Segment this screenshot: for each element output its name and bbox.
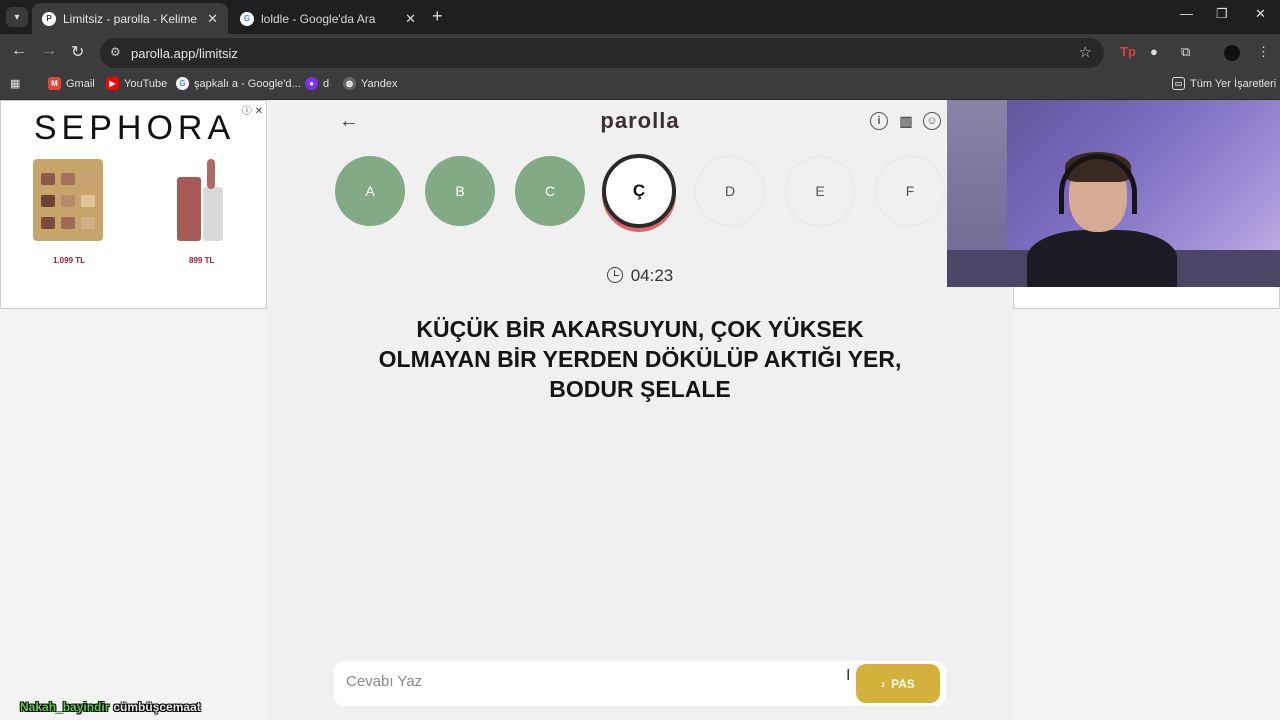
letter-circle: E [785,156,855,226]
info-icon[interactable]: i [870,112,888,130]
tab-title: Limitsiz - parolla - Kelime oyunu [63,11,201,26]
globe-icon: ◍ [343,77,356,90]
eyeshadow-palette-image [33,159,103,241]
bookmark-d[interactable]: ● d [305,77,329,90]
question-text: KÜÇÜK BİR AKARSUYUN, ÇOK YÜKSEK OLMAYAN … [378,316,902,402]
clock-icon [606,267,623,283]
close-tab-icon[interactable]: ✕ [207,11,218,27]
profile-icon[interactable] [1224,45,1240,61]
tab-active[interactable]: P Limitsiz - parolla - Kelime oyunu ✕ [32,3,228,34]
gmail-icon: M [48,77,61,90]
bookmark-youtube[interactable]: ▶ YouTube [106,77,167,90]
youtube-icon: ▶ [106,77,119,90]
apps-grid-icon[interactable]: ▦ [10,77,20,90]
all-bookmarks-label: Tüm Yer İşaretleri [1190,77,1277,90]
bookmark-star-icon[interactable]: ☆ [1079,43,1092,61]
bookmark-label: YouTube [124,77,168,90]
address-bar[interactable]: ⚙ parolla.app/limitsiz ☆ [100,38,1104,68]
letter-circle: B [425,156,495,226]
sephora-ad[interactable]: SEPHORA ⓘ ✕ 1.099 TL 899 TL [0,100,267,309]
browser-tab-bar: ▾ P Limitsiz - parolla - Kelime oyunu ✕ … [0,0,1280,34]
extensions-puzzle-icon[interactable]: ⧉ [1181,44,1190,60]
pass-label: PAS [891,676,915,691]
chevron-right-icon: › [881,676,886,691]
timer-value: 04:23 [630,266,674,285]
back-icon[interactable]: ← [11,42,27,60]
new-tab-icon[interactable]: + [432,6,443,27]
bookmark-gmail[interactable]: M Gmail [48,77,95,90]
text-cursor-icon: I [846,667,851,684]
timer: 04:23 [267,266,1013,286]
google-favicon-icon: G [240,11,254,26]
folder-icon: ▭ [1172,77,1185,90]
bookmark-label: şapkalı a - Google'd... [194,77,301,90]
bookmarks-bar: ▦ M Gmail ▶ YouTube G şapkalı a - Google… [0,72,1280,100]
chat-username: Nakah_bayindir [20,700,110,714]
answer-bar: › PAS [334,661,946,706]
product-price: 899 TL [189,256,215,265]
parolla-favicon-icon: P [42,11,56,26]
pass-button[interactable]: › PAS [856,664,940,703]
restore-icon[interactable]: ❐ [1216,6,1228,22]
browser-toolbar: ← → ↻ ⚙ parolla.app/limitsiz ☆ Tp ● ⧉ ⋮ [0,34,1280,72]
tp-extension-icon[interactable]: Tp [1120,44,1136,59]
letter-circle: F [875,156,945,226]
lip-gloss-image [177,159,225,241]
product-price: 1.099 TL [53,256,86,265]
ad-info-icon[interactable]: ⓘ ✕ [242,102,263,117]
bookmark-favicon: ● [305,77,318,90]
bookmark-yandex[interactable]: ◍ Yandex [343,77,398,90]
chat-overlay: Nakah_bayindir cümbüşcemaat [20,700,201,714]
bookmark-label: d [323,77,330,90]
tab-search-button[interactable]: ▾ [6,7,28,27]
letter-circle: C [515,156,585,226]
google-icon: G [176,77,189,90]
letter-circle: A [335,156,405,226]
letter-circle: D [695,156,765,226]
bookmark-label: Yandex [361,77,398,90]
menu-dots-icon[interactable]: ⋮ [1257,44,1270,60]
letter-circle-current: Ç [602,154,676,228]
tab-inactive[interactable]: G loldle - Google'da Ara ✕ [230,3,426,34]
game-panel: ← parolla i ▥ ☺ A B C Ç D E F 04:23 KÜÇÜ… [267,100,1013,720]
site-info-icon[interactable]: ⚙ [110,45,121,59]
url-text: parolla.app/limitsiz [131,46,238,61]
stats-icon[interactable]: ▥ [897,112,915,130]
webcam-overlay [947,100,1280,287]
forward-icon[interactable]: → [41,42,57,60]
minimize-icon[interactable]: — [1180,6,1193,21]
avatar-extension-icon[interactable]: ● [1150,44,1158,59]
profile-icon[interactable]: ☺ [923,112,941,130]
answer-input[interactable] [346,673,846,690]
bookmark-label: Gmail [66,77,95,90]
bookmark-google-search[interactable]: G şapkalı a - Google'd... [176,77,301,90]
all-bookmarks[interactable]: ▭ Tüm Yer İşaretleri [1172,77,1276,90]
close-tab-icon[interactable]: ✕ [405,11,416,27]
close-window-icon[interactable]: ✕ [1255,6,1266,22]
ad-brand: SEPHORA [33,109,236,147]
reload-icon[interactable]: ↻ [71,42,84,62]
tab-title: loldle - Google'da Ara [261,11,376,26]
chat-message: cümbüşcemaat [113,700,201,714]
